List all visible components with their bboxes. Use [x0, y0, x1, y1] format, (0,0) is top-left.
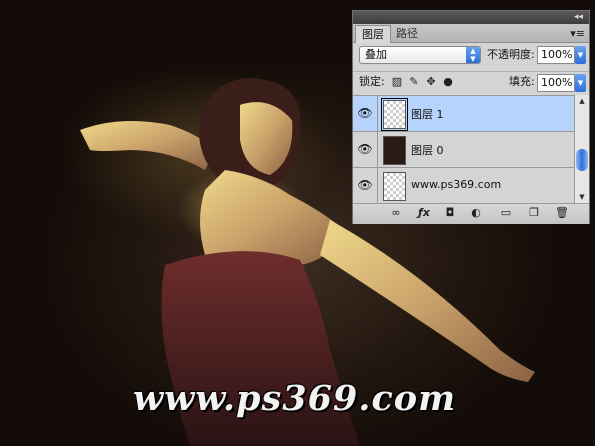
- tab-layers[interactable]: 图层: [355, 25, 391, 43]
- collapse-icon[interactable]: ◂◂: [574, 11, 583, 24]
- fx-icon[interactable]: ƒx: [417, 206, 431, 220]
- opacity-dropdown-icon[interactable]: ▼: [575, 46, 586, 64]
- opacity-label: 不透明度:: [487, 48, 535, 61]
- blend-mode-select[interactable]: 叠加 ▲ ▼: [359, 46, 481, 64]
- panel-footer: ∞ ƒx ◘ ◐ ▭ ❐ 🗑: [353, 203, 589, 224]
- lock-pixels-icon[interactable]: ✎: [408, 76, 420, 88]
- lock-all-icon[interactable]: ●: [442, 76, 454, 88]
- layer-row[interactable]: 👁 图层 1: [353, 96, 574, 132]
- fill-field[interactable]: 100%: [537, 74, 575, 92]
- opacity-field[interactable]: 100%: [537, 46, 575, 64]
- blend-row: 叠加 ▲ ▼ 不透明度: 100% ▼: [353, 44, 589, 68]
- divider: [377, 168, 378, 204]
- layer-row[interactable]: 👁 www.ps369.com: [353, 168, 574, 204]
- eye-icon[interactable]: 👁: [357, 105, 373, 121]
- panel-menu-icon[interactable]: ▾≡: [570, 25, 585, 42]
- watermark-text: www.ps369.com: [133, 378, 457, 419]
- scroll-down-icon[interactable]: ▼: [575, 191, 589, 203]
- layer-name: 图层 0: [411, 144, 444, 157]
- fill-label: 填充:: [509, 75, 535, 88]
- layer-row[interactable]: 👁 图层 0: [353, 132, 574, 168]
- fill-dropdown-icon[interactable]: ▼: [575, 74, 586, 92]
- lock-position-icon[interactable]: ✥: [425, 76, 437, 88]
- add-mask-icon[interactable]: ◘: [443, 206, 457, 220]
- lock-label: 锁定:: [359, 75, 385, 88]
- lock-transparency-icon[interactable]: ▨: [391, 76, 403, 88]
- link-layers-icon[interactable]: ∞: [389, 206, 403, 220]
- panel-tabs: 图层 路径 ▾≡: [353, 24, 589, 43]
- layer-thumbnail: [381, 98, 408, 131]
- layer-name: 图层 1: [411, 108, 444, 121]
- layers-scrollbar[interactable]: ▲ ▼: [574, 95, 589, 203]
- new-group-icon[interactable]: ▭: [499, 206, 513, 220]
- scrollbar-thumb[interactable]: [576, 149, 588, 171]
- divider: [377, 132, 378, 168]
- eye-icon[interactable]: 👁: [357, 177, 373, 193]
- panel-titlebar[interactable]: ◂◂: [353, 11, 589, 24]
- lock-fill-row: 锁定: ▨ ✎ ✥ ● 填充: 100% ▼: [353, 71, 589, 94]
- layers-panel: ◂◂ 图层 路径 ▾≡ 叠加 ▲ ▼ 不透明度: 100% ▼ 锁定: ▨ ✎ ✥…: [352, 10, 590, 224]
- trash-icon[interactable]: 🗑: [555, 206, 569, 220]
- select-arrows-icon: ▲ ▼: [466, 47, 480, 63]
- blend-mode-value: 叠加: [365, 48, 387, 61]
- layer-name: www.ps369.com: [411, 178, 502, 191]
- eye-icon[interactable]: 👁: [357, 141, 373, 157]
- adjustment-layer-icon[interactable]: ◐: [469, 206, 483, 220]
- tab-paths[interactable]: 路径: [390, 25, 424, 42]
- layers-list: 👁 图层 1 👁 图层 0 👁 www.ps369.com: [353, 95, 574, 204]
- layer-thumbnail: [383, 172, 406, 201]
- scroll-up-icon[interactable]: ▲: [575, 95, 589, 107]
- new-layer-icon[interactable]: ❐: [527, 206, 541, 220]
- divider: [377, 96, 378, 132]
- layer-thumbnail: [383, 136, 406, 165]
